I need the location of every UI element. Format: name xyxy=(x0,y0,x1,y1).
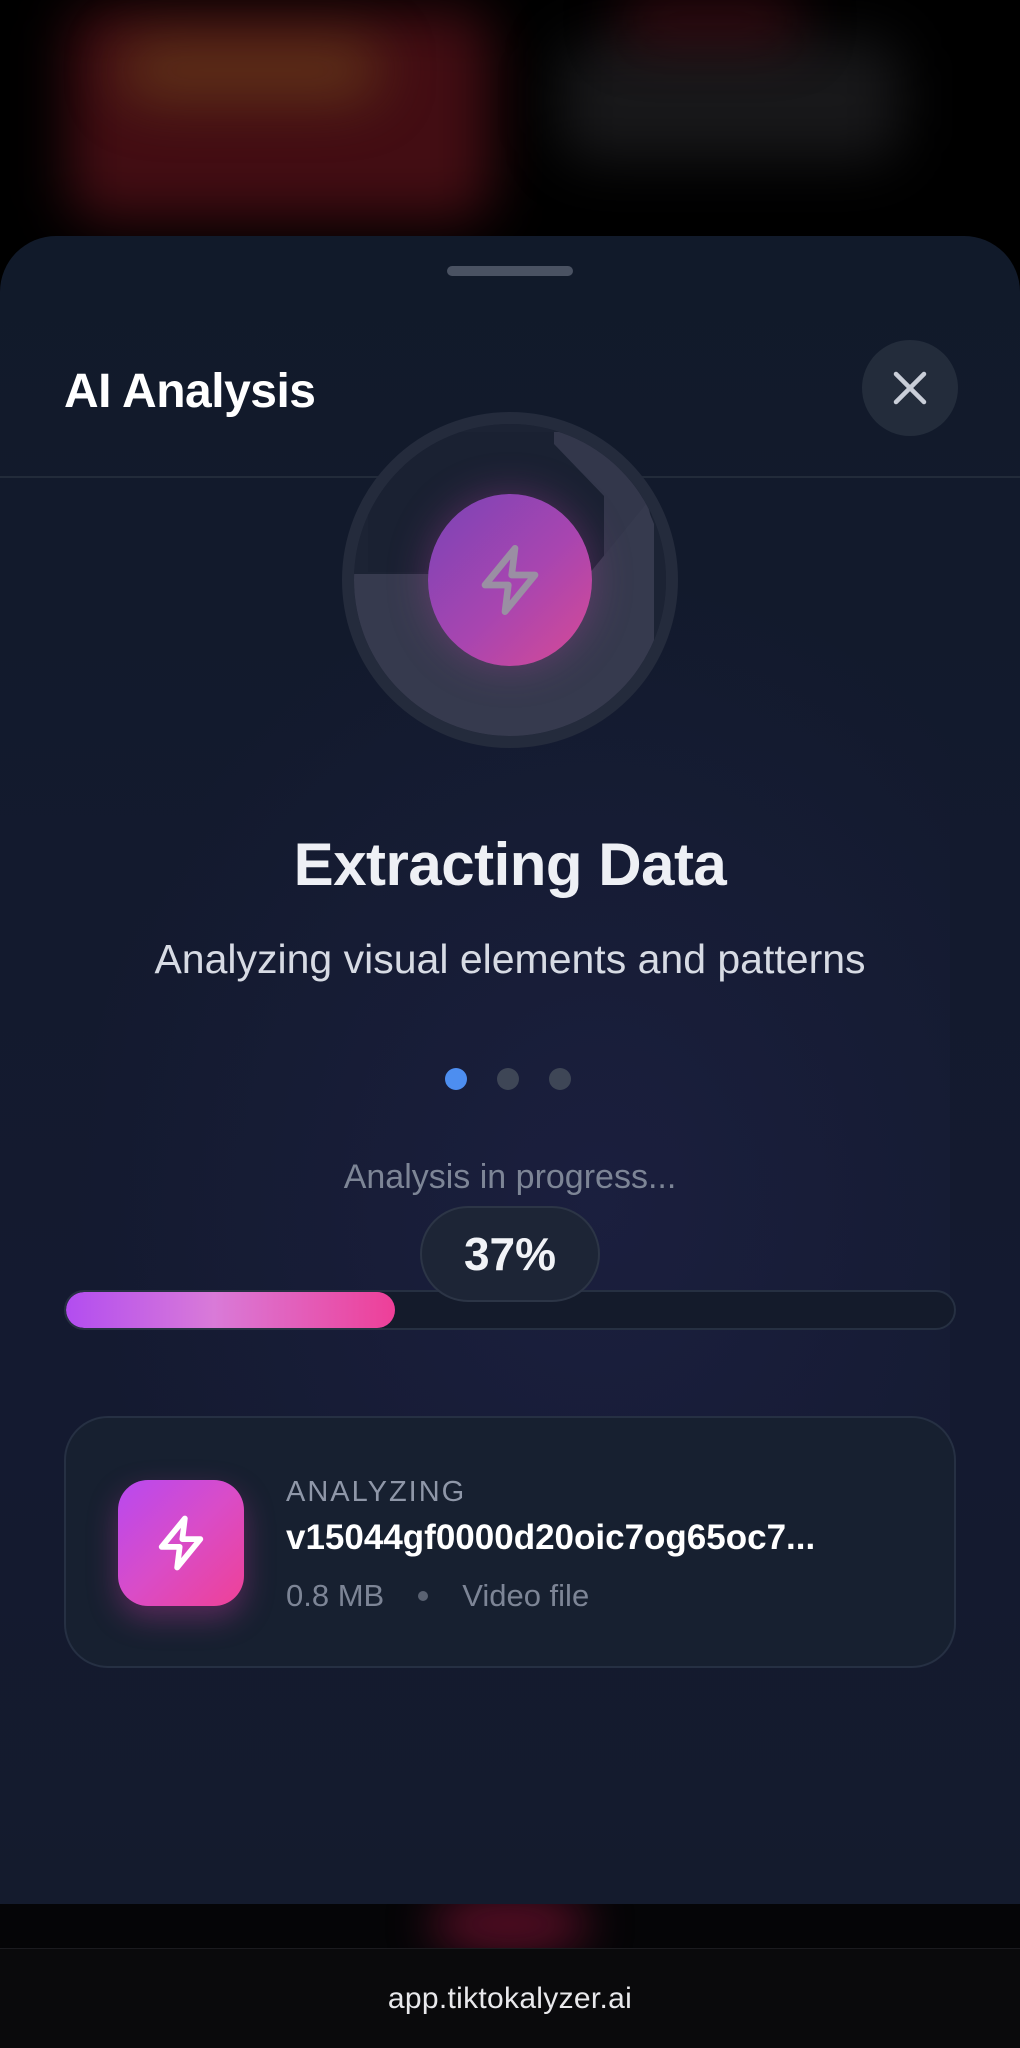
step-indicator xyxy=(445,1068,575,1092)
file-size: 0.8 MB xyxy=(286,1578,385,1613)
lightning-bolt-icon xyxy=(481,545,539,615)
progress-label: Analysis in progress... xyxy=(343,1158,677,1196)
file-type: Video file xyxy=(462,1578,590,1613)
file-meta: 0.8 MB Video file xyxy=(286,1578,589,1614)
app-screen: AI Analysis Extracting Data Analyzing vi… xyxy=(0,0,1020,2048)
file-card: ANALYZING v15044gf0000d20oic7og65oc7... … xyxy=(64,1416,956,1668)
analysis-bolt-badge xyxy=(428,494,592,666)
sheet-title: AI Analysis xyxy=(64,365,316,418)
status-subheading: Analyzing visual elements and patterns xyxy=(154,936,866,982)
file-status-label: ANALYZING xyxy=(286,1476,467,1508)
step-dot xyxy=(549,1068,571,1090)
browser-url-bar[interactable]: app.tiktokalyzer.ai xyxy=(0,1948,1020,2048)
browser-url[interactable]: app.tiktokalyzer.ai xyxy=(388,1982,632,2016)
blurred-background xyxy=(0,0,1020,260)
sheet-drag-handle[interactable] xyxy=(447,266,573,276)
close-button[interactable] xyxy=(862,340,958,436)
progress-bar-fill xyxy=(66,1292,395,1328)
step-dot xyxy=(497,1068,519,1090)
file-type-badge xyxy=(118,1480,244,1606)
lightning-bolt-icon xyxy=(158,1515,204,1571)
step-dot-active xyxy=(445,1068,467,1090)
close-icon xyxy=(893,371,927,405)
progress-percent-badge: 37% xyxy=(420,1206,600,1302)
meta-separator-dot xyxy=(418,1591,429,1601)
status-heading: Extracting Data xyxy=(293,831,727,898)
file-name: v15044gf0000d20oic7og65oc7... xyxy=(286,1518,816,1557)
